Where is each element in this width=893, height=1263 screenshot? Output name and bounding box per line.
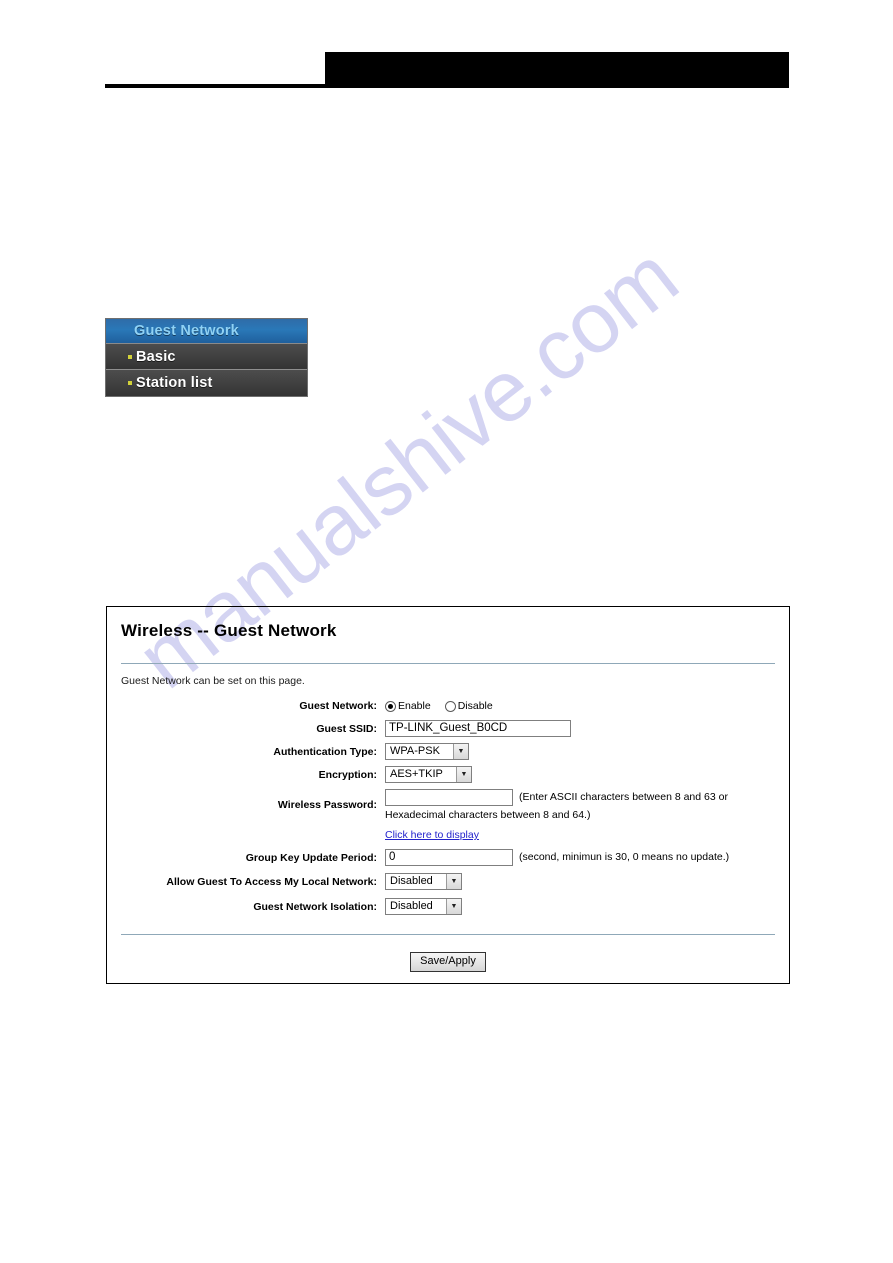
chevron-down-icon: ▼: [456, 767, 471, 782]
wireless-password-label: Wireless Password:: [277, 799, 377, 811]
guest-network-label: Guest Network:: [299, 700, 377, 712]
wireless-password-field: (Enter ASCII characters between 8 and 63…: [385, 789, 789, 843]
guest-network-isolation-field: Disabled ▼: [385, 898, 789, 915]
encryption-field: AES+TKIP ▼: [385, 766, 789, 783]
guest-network-field: Enable Disable: [385, 697, 789, 715]
guest-network-panel: Wireless -- Guest Network Guest Network …: [106, 606, 790, 984]
sidebar-item-station-list[interactable]: Station list: [106, 370, 307, 396]
redacted-title-bar: [325, 52, 789, 85]
panel-actions: Save/Apply: [107, 935, 789, 972]
guest-network-form: Guest Network: Enable Disable Guest SSID…: [107, 697, 789, 916]
guest-network-isolation-select[interactable]: Disabled ▼: [385, 898, 462, 915]
form-row-encryption: Encryption: AES+TKIP ▼: [107, 766, 789, 784]
sidebar-item-label: Basic: [136, 349, 176, 365]
encryption-select[interactable]: AES+TKIP ▼: [385, 766, 472, 783]
wireless-password-input[interactable]: [385, 789, 513, 806]
allow-guest-access-field: Disabled ▼: [385, 873, 789, 890]
allow-guest-access-value: Disabled: [390, 875, 433, 887]
guest-ssid-field: [385, 720, 789, 737]
radio-enable[interactable]: [385, 700, 396, 712]
radio-enable-label: Enable: [398, 700, 431, 712]
panel-intro-text: Guest Network can be set on this page.: [121, 675, 305, 687]
group-key-input-row: (second, minimun is 30, 0 means no updat…: [385, 849, 789, 866]
header-rule: [105, 84, 789, 88]
radio-disable[interactable]: [444, 700, 456, 712]
form-row-guest-network-isolation: Guest Network Isolation: Disabled ▼: [107, 898, 789, 916]
group-key-update-period-label: Group Key Update Period:: [245, 852, 377, 864]
allow-guest-access-label: Allow Guest To Access My Local Network:: [166, 876, 377, 888]
page-title: Wireless -- Guest Network: [121, 621, 337, 640]
wireless-password-hint-line1: (Enter ASCII characters between 8 and 63…: [519, 791, 728, 803]
sidebar-item-basic[interactable]: Basic: [106, 344, 307, 370]
form-row-guest-ssid: Guest SSID:: [107, 720, 789, 738]
bullet-icon: [128, 381, 132, 385]
chevron-down-icon: ▼: [446, 899, 461, 914]
save-apply-button[interactable]: Save/Apply: [410, 952, 486, 972]
wireless-password-hint-line2: Hexadecimal characters between 8 and 64.…: [385, 809, 591, 821]
encryption-value: AES+TKIP: [390, 768, 443, 780]
form-row-authentication-type: Authentication Type: WPA-PSK ▼: [107, 743, 789, 761]
form-row-group-key-update-period: Group Key Update Period: (second, minimu…: [107, 849, 789, 867]
sidebar-item-label: Station list: [136, 375, 213, 391]
form-row-wireless-password: Wireless Password: (Enter ASCII characte…: [107, 789, 789, 843]
authentication-type-select[interactable]: WPA-PSK ▼: [385, 743, 469, 760]
group-key-update-period-field: (second, minimun is 30, 0 means no updat…: [385, 849, 789, 866]
form-row-guest-network: Guest Network: Enable Disable: [107, 697, 789, 715]
authentication-type-label: Authentication Type:: [273, 746, 377, 758]
group-key-update-period-input[interactable]: [385, 849, 513, 866]
menu-title: Guest Network: [106, 319, 307, 344]
encryption-label: Encryption:: [318, 769, 377, 781]
guest-network-isolation-value: Disabled: [390, 900, 433, 912]
group-key-update-period-hint: (second, minimun is 30, 0 means no updat…: [519, 851, 730, 863]
chevron-down-icon: ▼: [446, 874, 461, 889]
guest-network-radio-group: Enable Disable: [385, 697, 789, 715]
guest-network-isolation-label: Guest Network Isolation:: [253, 901, 377, 913]
click-here-to-display-link[interactable]: Click here to display: [385, 827, 479, 843]
guest-ssid-label: Guest SSID:: [316, 723, 377, 735]
authentication-type-value: WPA-PSK: [390, 745, 440, 757]
chevron-down-icon: ▼: [453, 744, 468, 759]
allow-guest-access-select[interactable]: Disabled ▼: [385, 873, 462, 890]
form-row-allow-guest-access: Allow Guest To Access My Local Network: …: [107, 873, 789, 891]
authentication-type-field: WPA-PSK ▼: [385, 743, 789, 760]
guest-network-menu: Guest Network Basic Station list: [105, 318, 308, 397]
wireless-password-input-row: (Enter ASCII characters between 8 and 63…: [385, 789, 789, 806]
radio-disable-label: Disable: [457, 700, 493, 712]
bullet-icon: [128, 355, 132, 359]
guest-ssid-input[interactable]: [385, 720, 571, 737]
